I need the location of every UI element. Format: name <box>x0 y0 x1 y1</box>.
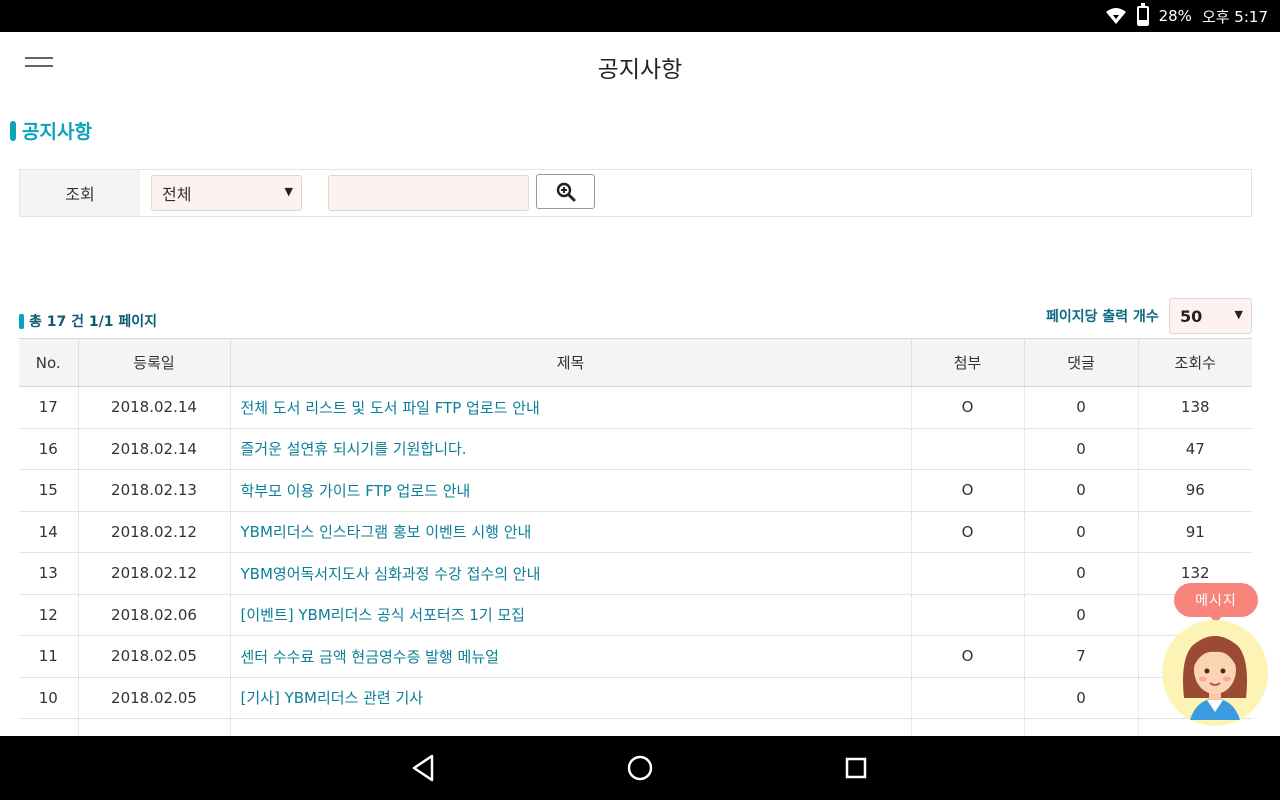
column-header-comments[interactable]: 댓글 <box>1024 338 1139 387</box>
cell-date: 2018.02.12 <box>78 511 231 553</box>
table-row[interactable]: 14 2018.02.12 YBM리더스 인스타그램 홍보 이벤트 시행 안내 O 0 9… <box>19 511 1252 553</box>
section-title: 공지사항 <box>10 117 92 144</box>
table-row[interactable]: 13 2018.02.12 YBM영어독서지도사 심화과정 수강 접수의 안내 0 13… <box>19 552 1252 595</box>
search-label: 조회 <box>20 170 140 216</box>
search-button[interactable] <box>536 174 595 209</box>
notice-table-container: No. 등록일 제목 첨부 댓글 조회수 17 2018.02.14 전체 도서 리… <box>19 338 1252 736</box>
cell-date: 2018.02.14 <box>78 386 231 429</box>
wifi-icon <box>1105 7 1127 25</box>
table-row[interactable]: 15 2018.02.13 학부모 이용 가이드 FTP 업로드 안내 O 0 96 <box>19 469 1252 512</box>
column-header-date[interactable]: 등록일 <box>78 338 231 387</box>
app-header: 공지사항 <box>0 32 1280 100</box>
cell-date: 2018.02.05 <box>78 677 231 719</box>
cell-title[interactable]: [이벤트] YBM리더스 공식 서포터즈 1기 모집 <box>230 594 912 636</box>
battery-percent: 28% <box>1158 7 1192 25</box>
per-page-value: 50 <box>1180 306 1203 326</box>
cell-no: 14 <box>19 511 79 553</box>
cell-no: 15 <box>19 469 79 512</box>
section-title-text: 공지사항 <box>22 121 92 143</box>
cell-no: 16 <box>19 428 79 470</box>
message-bubble-button[interactable]: 메시지 <box>1174 583 1258 624</box>
column-header-title[interactable]: 제목 <box>230 338 912 387</box>
column-header-no[interactable]: No. <box>19 338 79 387</box>
cell-attachment <box>911 552 1025 595</box>
chat-avatar-icon[interactable] <box>1162 620 1268 726</box>
notice-table: No. 등록일 제목 첨부 댓글 조회수 17 2018.02.14 전체 도서 리… <box>19 338 1252 736</box>
cell-comments: 0 <box>1024 386 1139 429</box>
cell-attachment: O <box>911 511 1025 553</box>
section-marker <box>10 120 16 141</box>
search-panel: 조회 전체 ▼ <box>19 169 1252 217</box>
cell-attachment: O <box>911 469 1025 512</box>
dropdown-arrow-icon: ▼ <box>1234 308 1243 321</box>
cell-title[interactable]: 전체 도서 리스트 및 도서 파일 FTP 업로드 안내 <box>230 386 912 429</box>
cell-title[interactable]: 학부모 이용 가이드 FTP 업로드 안내 <box>230 469 912 512</box>
clock: 오후 5:17 <box>1201 7 1268 26</box>
cell-no: 12 <box>19 594 79 636</box>
table-row[interactable]: 12 2018.02.06 [이벤트] YBM리더스 공식 서포터즈 1기 모집 0 <box>19 594 1252 636</box>
total-marker <box>19 313 24 329</box>
back-icon[interactable] <box>408 752 440 784</box>
table-header-row: No. 등록일 제목 첨부 댓글 조회수 <box>19 338 1252 387</box>
cell-title[interactable]: [기사] YBM리더스 관련 기사 <box>230 677 912 719</box>
table-row[interactable]: 10 2018.02.05 [기사] YBM리더스 관련 기사 0 <box>19 677 1252 719</box>
cell-comments: 0 <box>1024 552 1139 595</box>
table-row[interactable]: 17 2018.02.14 전체 도서 리스트 및 도서 파일 FTP 업로드 안내… <box>19 386 1252 429</box>
total-count-text: 총 17 건 1/1 페이지 <box>29 314 157 330</box>
search-category-select[interactable]: 전체 ▼ <box>151 175 302 211</box>
cell-comments: 7 <box>1024 635 1139 678</box>
cell-views: 47 <box>1138 428 1252 470</box>
search-input[interactable] <box>328 175 529 211</box>
cell-no: 13 <box>19 552 79 595</box>
home-icon[interactable] <box>624 752 656 784</box>
cell-attachment <box>911 677 1025 719</box>
cell-comments: 0 <box>1024 469 1139 512</box>
dropdown-arrow-icon: ▼ <box>284 185 293 198</box>
cell-title[interactable]: YBM리더스 인스타그램 홍보 이벤트 시행 안내 <box>230 511 912 553</box>
cell-views: 96 <box>1138 469 1252 512</box>
cell-comments: 0 <box>1024 511 1139 553</box>
cell-date: 2018.02.13 <box>78 469 231 512</box>
cell-attachment: O <box>911 386 1025 429</box>
cell-date: 2018.02.06 <box>78 594 231 636</box>
cell-title[interactable] <box>230 718 912 736</box>
cell-date <box>78 718 231 736</box>
cell-attachment <box>911 594 1025 636</box>
table-row[interactable]: 11 2018.02.05 센터 수수료 금액 현금영수증 발행 메뉴얼 O 7 <box>19 635 1252 678</box>
cell-date: 2018.02.05 <box>78 635 231 678</box>
cell-title[interactable]: 즐거운 설연휴 되시기를 기원합니다. <box>230 428 912 470</box>
per-page-select[interactable]: 50 ▼ <box>1169 298 1252 334</box>
table-row[interactable]: 16 2018.02.14 즐거운 설연휴 되시기를 기원합니다. 0 47 <box>19 428 1252 470</box>
cell-title[interactable]: 센터 수수료 금액 현금영수증 발행 메뉴얼 <box>230 635 912 678</box>
per-page-label: 페이지당 출력 개수 <box>1046 309 1159 325</box>
cell-no: 17 <box>19 386 79 429</box>
status-bar: 28% 오후 5:17 <box>0 0 1280 32</box>
cell-comments: 0 <box>1024 677 1139 719</box>
table-row[interactable] <box>19 718 1252 736</box>
cell-title[interactable]: YBM영어독서지도사 심화과정 수강 접수의 안내 <box>230 552 912 595</box>
cell-views: 138 <box>1138 386 1252 429</box>
column-header-views[interactable]: 조회수 <box>1138 338 1252 387</box>
cell-attachment <box>911 718 1025 736</box>
cell-date: 2018.02.14 <box>78 428 231 470</box>
cell-date: 2018.02.12 <box>78 552 231 595</box>
search-category-value: 전체 <box>162 185 192 204</box>
cell-no: 10 <box>19 677 79 719</box>
column-header-attachment[interactable]: 첨부 <box>911 338 1025 387</box>
page-title: 공지사항 <box>597 57 683 83</box>
system-navigation-bar <box>0 736 1280 800</box>
recent-apps-icon[interactable] <box>840 752 872 784</box>
cell-views: 91 <box>1138 511 1252 553</box>
cell-no <box>19 718 79 736</box>
cell-comments <box>1024 718 1139 736</box>
cell-attachment <box>911 428 1025 470</box>
zoom-in-search-icon <box>556 182 575 201</box>
battery-icon <box>1136 3 1149 26</box>
total-count: 총 17 건 1/1 페이지 <box>19 311 157 331</box>
cell-attachment: O <box>911 635 1025 678</box>
cell-comments: 0 <box>1024 428 1139 470</box>
cell-no: 11 <box>19 635 79 678</box>
cell-comments: 0 <box>1024 594 1139 636</box>
